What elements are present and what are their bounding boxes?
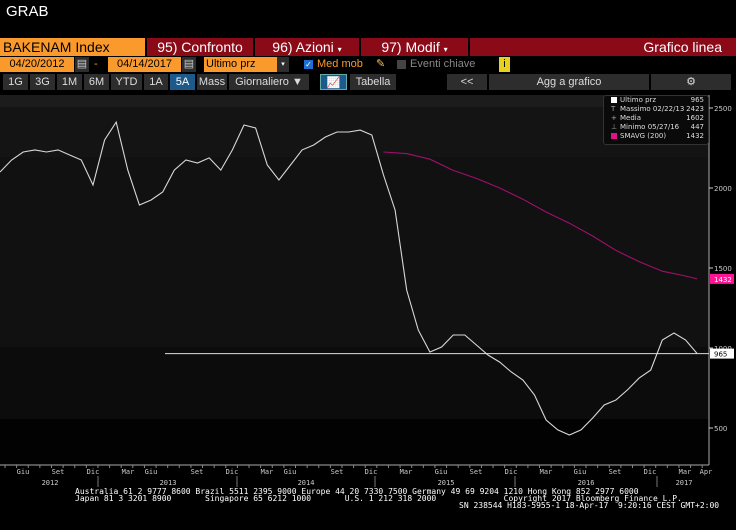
year-label: 2017	[676, 479, 693, 487]
period-max[interactable]: Mass	[197, 74, 227, 90]
security-field[interactable]: BAKENAM Index	[0, 38, 145, 56]
start-date-input[interactable]: 04/20/2012	[0, 57, 74, 72]
y-tick-label: 2500	[714, 105, 732, 113]
actions-menu[interactable]: 96) Azioni ▾	[255, 38, 359, 56]
price-chart: 50010001500200025009651432GiuSetDicMarGi…	[0, 95, 734, 487]
sma-tag-label: 1432	[714, 276, 732, 284]
line-chart-icon[interactable]: 📈	[320, 74, 347, 90]
x-tick-label: Mar	[400, 468, 413, 476]
x-tick-label: Giu	[145, 468, 158, 476]
x-tick-label: Dic	[644, 468, 657, 476]
chart-type-label[interactable]: Grafico linea	[470, 38, 736, 56]
moving-avg-label: Med mob	[317, 58, 363, 70]
chart-band	[0, 419, 709, 465]
dropdown-icon[interactable]: ▾	[277, 57, 289, 72]
y-tick-label: 2000	[714, 185, 732, 193]
window-title: GRAB	[6, 3, 49, 20]
legend-item-sma: SMAVG (200) 1432	[604, 132, 708, 141]
chart-band	[0, 347, 709, 419]
period-1m[interactable]: 1M	[57, 74, 82, 90]
x-tick-label: Mar	[679, 468, 692, 476]
legend-item-last-price: Ultimo prz 965	[604, 96, 708, 105]
x-tick-label: Dic	[87, 468, 100, 476]
year-label: 2015	[438, 479, 455, 487]
period-3g[interactable]: 3G	[30, 74, 55, 90]
frequency-select[interactable]: Giornaliero ▼	[229, 74, 309, 90]
x-tick-label: Set	[191, 468, 204, 476]
x-tick-label: Dic	[505, 468, 518, 476]
min-marker-icon: ⊥	[611, 123, 618, 131]
x-tick-label: Apr	[700, 468, 713, 476]
x-tick-label: Giu	[435, 468, 448, 476]
x-tick-label: Mar	[261, 468, 274, 476]
settings-icon[interactable]: ⚙	[651, 74, 731, 90]
calendar-icon[interactable]: ▤	[182, 57, 196, 72]
edit-menu[interactable]: 97) Modif ▾	[361, 38, 468, 56]
white-swatch-icon	[611, 97, 617, 103]
year-label: 2012	[42, 479, 59, 487]
year-label: 2014	[298, 479, 315, 487]
period-1g[interactable]: 1G	[3, 74, 28, 90]
x-tick-label: Giu	[284, 468, 297, 476]
back-button[interactable]: <<	[447, 74, 487, 90]
info-button[interactable]: i	[499, 57, 510, 72]
x-tick-label: Set	[470, 468, 483, 476]
pencil-icon[interactable]: ✎	[376, 57, 385, 72]
actions-label: 96) Azioni	[272, 39, 334, 55]
x-tick-label: Set	[331, 468, 344, 476]
x-tick-label: Set	[609, 468, 622, 476]
footer-session: SN 238544 H183-5955-1 18-Apr-17 9:20:16 …	[459, 501, 720, 510]
moving-avg-checkbox[interactable]: ✓	[304, 60, 313, 69]
x-tick-label: Giu	[17, 468, 30, 476]
max-marker-icon: T	[611, 105, 616, 113]
period-5a[interactable]: 5A	[170, 74, 195, 90]
edit-label: 97) Modif	[381, 39, 440, 55]
magenta-swatch-icon	[611, 133, 617, 139]
x-tick-label: Mar	[540, 468, 553, 476]
average-marker-icon: +	[611, 114, 617, 122]
x-tick-label: Dic	[365, 468, 378, 476]
dropdown-icon: ▾	[337, 45, 342, 54]
year-label: 2016	[578, 479, 595, 487]
x-tick-label: Dic	[226, 468, 239, 476]
chart-band	[0, 157, 709, 347]
y-tick-label: 1500	[714, 265, 732, 273]
compare-button[interactable]: 95) Confronto	[147, 38, 253, 56]
dropdown-icon: ▾	[443, 45, 448, 54]
last-price-tag-label: 965	[714, 351, 727, 359]
x-tick-label: Set	[52, 468, 65, 476]
key-events-checkbox[interactable]	[397, 60, 406, 69]
table-button[interactable]: Tabella	[350, 74, 396, 90]
add-to-chart-button[interactable]: Agg a grafico	[489, 74, 649, 90]
end-date-input[interactable]: 04/14/2017	[108, 57, 181, 72]
chart-legend: Ultimo prz 965 T Massimo 02/22/13 2423 + Med…	[603, 95, 709, 145]
x-tick-label: Giu	[574, 468, 587, 476]
legend-item-average: + Media 1602	[611, 114, 704, 122]
legend-item-max: T Massimo 02/22/13 2423	[611, 105, 704, 113]
year-label: 2013	[160, 479, 177, 487]
date-separator: -	[94, 58, 98, 70]
field-select[interactable]: Ultimo prz	[204, 57, 277, 72]
period-1a[interactable]: 1A	[144, 74, 168, 90]
key-events-label: Eventi chiave	[410, 58, 476, 70]
y-tick-label: 500	[714, 425, 727, 433]
legend-item-min: ⊥ Minimo 05/27/16 447	[611, 123, 704, 131]
period-6m[interactable]: 6M	[84, 74, 109, 90]
period-ytd[interactable]: YTD	[111, 74, 142, 90]
x-tick-label: Mar	[122, 468, 135, 476]
calendar-icon[interactable]: ▤	[75, 57, 89, 72]
